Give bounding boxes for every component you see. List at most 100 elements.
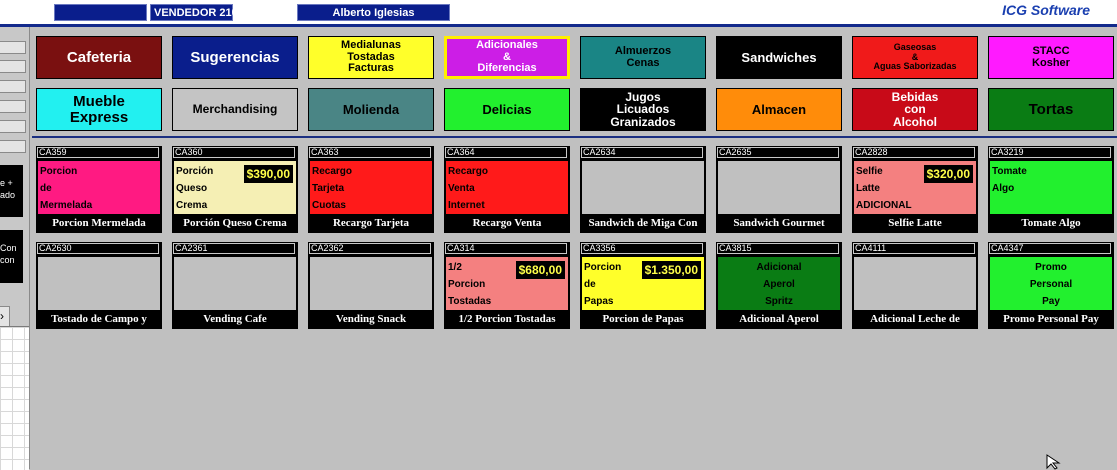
product-price: $320,00 — [923, 165, 973, 183]
family-button[interactable]: Gaseosas & Aguas Saborizadas — [852, 36, 978, 79]
product-tile[interactable]: CA364 Recargo Venta Internet Recargo Venta — [444, 146, 570, 233]
family-button[interactable]: Almuerzos Cenas — [580, 36, 706, 79]
product-tile[interactable]: CA2361 Vending Cafe — [172, 242, 298, 329]
section-divider — [32, 136, 1117, 138]
product-description: Tomate Algo — [992, 166, 1027, 194]
product-code: CA3815 — [717, 243, 839, 254]
family-button[interactable]: STACC Kosher — [988, 36, 1114, 79]
product-code: CA364 — [445, 147, 567, 158]
family-button[interactable]: Sandwiches — [716, 36, 842, 79]
product-code: CA2634 — [581, 147, 703, 158]
product-name: 1/2 Porcion Tostadas — [458, 313, 556, 325]
side-button-2[interactable] — [0, 60, 26, 73]
family-button[interactable]: Delicias — [444, 88, 570, 131]
side-button-6[interactable] — [0, 140, 26, 153]
family-label: Bebidas con Alcohol — [891, 89, 939, 129]
family-button[interactable]: Adicionales & Diferencias — [444, 36, 570, 79]
side-button-3[interactable] — [0, 80, 26, 93]
product-tile[interactable]: CA314 1/2 Porcion Tostadas $680,00 1/2 Porc… — [444, 242, 570, 329]
product-image-area — [582, 161, 704, 214]
seller-label[interactable]: VENDEDOR 210 — [150, 4, 238, 21]
product-image-area — [38, 257, 160, 310]
family-label: Tortas — [1028, 100, 1074, 118]
product-code: CA4347 — [989, 243, 1111, 254]
side-snippet-box-2: Con con — [0, 230, 23, 283]
product-code: CA4111 — [853, 243, 975, 254]
product-tile[interactable]: CA3219 Tomate Algo Tomate Algo — [988, 146, 1114, 233]
product-description: Recargo Venta Internet — [448, 166, 489, 211]
side-arrow-button[interactable]: › — [0, 306, 10, 328]
product-tile[interactable]: CA360 Porción Queso Crema $390,00 Porción Q… — [172, 146, 298, 233]
product-image-area: Adicional Aperol Spritz — [718, 257, 840, 310]
product-image-area: Tomate Algo — [990, 161, 1112, 214]
product-name: Promo Personal Pay — [1003, 313, 1099, 325]
product-description: Recargo Tarjeta Cuotas — [312, 166, 353, 211]
family-button[interactable]: Almacen — [716, 88, 842, 131]
product-tile[interactable]: CA4111 Adicional Leche de — [852, 242, 978, 329]
product-tile[interactable]: CA3356 Porcion de Papas $1.350,00 Porcion d… — [580, 242, 706, 329]
family-label: Almuerzos Cenas — [614, 44, 672, 69]
side-button-4[interactable] — [0, 100, 26, 113]
product-tile[interactable]: CA2362 Vending Snack — [308, 242, 434, 329]
side-button-5[interactable] — [0, 120, 26, 133]
family-label: Jugos Licuados Granizados — [610, 89, 676, 129]
product-name: Adicional Aperol — [739, 313, 819, 325]
product-tile[interactable]: CA363 Recargo Tarjeta Cuotas Recargo Tarje… — [308, 146, 434, 233]
product-price: $1.350,00 — [641, 261, 701, 279]
family-label: Mueble Express — [69, 92, 129, 126]
product-name: Tomate Algo — [1021, 217, 1081, 229]
family-label: STACC Kosher — [1032, 44, 1070, 69]
product-tile[interactable]: CA2635 Sandwich Gourmet — [716, 146, 842, 233]
side-snippet-2: ado — [0, 190, 16, 200]
product-image-area — [174, 257, 296, 310]
product-image-area — [310, 257, 432, 310]
side-snippet-1: e + — [0, 178, 13, 188]
family-button[interactable]: Sugerencias — [172, 36, 298, 79]
product-code: CA3356 — [581, 243, 703, 254]
side-button-1[interactable] — [0, 41, 26, 54]
product-name: Sandwich de Miga Con — [588, 217, 698, 229]
product-code: CA3219 — [989, 147, 1111, 158]
family-button[interactable]: Medialunas Tostadas Facturas — [308, 36, 434, 79]
product-image-area: Recargo Tarjeta Cuotas — [310, 161, 432, 214]
top-bar: VENDEDOR 210 Alberto Iglesias ICG Softwa… — [0, 0, 1117, 24]
product-code: CA2361 — [173, 243, 295, 254]
product-description: 1/2 Porcion Tostadas — [448, 262, 492, 307]
product-name: Porcion Mermelada — [52, 217, 146, 229]
product-code: CA2630 — [37, 243, 159, 254]
product-name: Recargo Venta — [472, 217, 542, 229]
family-button[interactable]: Molienda — [308, 88, 434, 131]
product-tile[interactable]: CA3815 Adicional Aperol Spritz Adicional A… — [716, 242, 842, 329]
product-price: $390,00 — [243, 165, 293, 183]
product-name: Selfie Latte — [888, 217, 942, 229]
product-tile[interactable]: CA2630 Tostado de Campo y — [36, 242, 162, 329]
family-button[interactable]: Cafeteria — [36, 36, 162, 79]
family-button[interactable]: Merchandising — [172, 88, 298, 131]
product-name: Tostado de Campo y — [51, 313, 147, 325]
product-code: CA2828 — [853, 147, 975, 158]
product-name: Sandwich Gourmet — [733, 217, 825, 229]
product-tile[interactable]: CA359 Porcion de Mermelada Porcion Mermela… — [36, 146, 162, 233]
mouse-cursor-icon — [1046, 454, 1061, 470]
product-tile[interactable]: CA2634 Sandwich de Miga Con — [580, 146, 706, 233]
product-description: Porcion de Papas — [584, 262, 622, 307]
chevron-right-icon: › — [0, 309, 4, 323]
product-tile[interactable]: CA4347 Promo Personal Pay Promo Personal P… — [988, 242, 1114, 329]
product-description: Promo Personal Pay — [1029, 262, 1073, 307]
family-button[interactable]: Mueble Express — [36, 88, 162, 131]
family-button[interactable]: Jugos Licuados Granizados — [580, 88, 706, 131]
family-button[interactable]: Tortas — [988, 88, 1114, 131]
family-label: Delicias — [482, 101, 532, 117]
family-label: Sugerencias — [190, 48, 280, 66]
family-label: Merchandising — [192, 102, 278, 117]
product-image-area: Porcion de Mermelada — [38, 161, 160, 214]
family-button[interactable]: Bebidas con Alcohol — [852, 88, 978, 131]
family-label: Cafeteria — [66, 48, 132, 66]
product-tile[interactable]: CA2828 Selfie Latte ADICIONAL $320,00 Selfi… — [852, 146, 978, 233]
product-price: $680,00 — [515, 261, 565, 279]
user-name[interactable]: Alberto Iglesias — [297, 4, 450, 21]
product-code: CA2635 — [717, 147, 839, 158]
product-code: CA314 — [445, 243, 567, 254]
product-code: CA2362 — [309, 243, 431, 254]
product-image-area — [718, 161, 840, 214]
